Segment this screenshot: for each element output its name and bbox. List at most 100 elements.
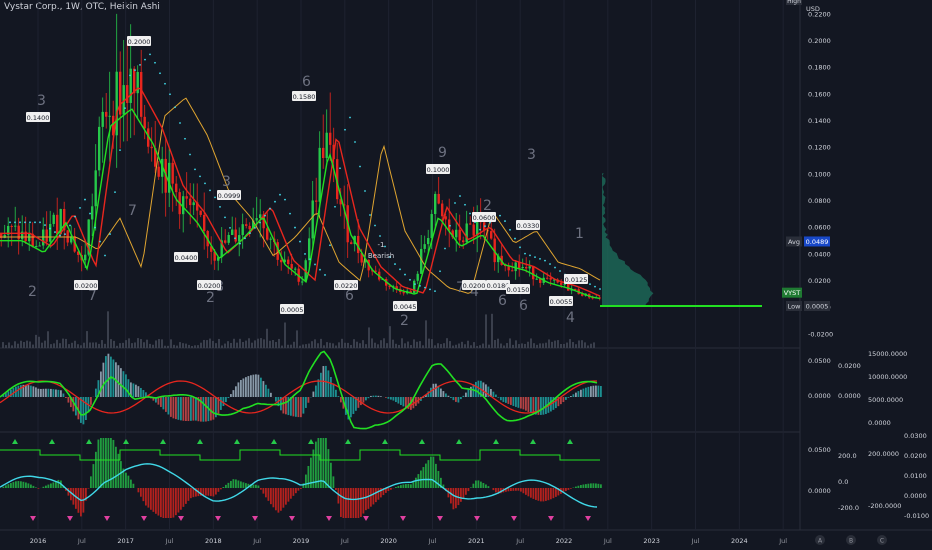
wave-count-label: 7: [128, 203, 137, 219]
candle-body: [185, 196, 188, 199]
indicator-bar: [367, 488, 370, 509]
indicator-bar: [150, 488, 152, 510]
volume-bar: [536, 344, 538, 348]
indicator-bar: [190, 488, 192, 499]
volume-bar: [569, 339, 571, 348]
volume-bar: [104, 343, 106, 348]
price-label-text: 0.0600: [473, 214, 496, 222]
indicator-bar: [47, 484, 50, 488]
oscillator-bar: [505, 397, 507, 403]
oscillator-bar: [540, 397, 542, 415]
indicator-bar: [487, 486, 490, 488]
trail-dot: [379, 235, 381, 237]
candle-body: [98, 126, 101, 171]
volume-bar: [71, 342, 73, 348]
volume-bar: [77, 344, 79, 348]
indicator-bar: [287, 488, 290, 502]
volume-bar: [215, 343, 217, 348]
oscillator-bar: [20, 385, 22, 397]
indicator-bar: [237, 480, 240, 488]
oscillator-bar: [307, 397, 310, 403]
candle-body: [280, 259, 283, 263]
volume-bar: [116, 345, 118, 348]
volume-bar: [83, 342, 85, 348]
oscillator-bar: [337, 396, 340, 397]
trail-dot: [259, 221, 261, 224]
candle-body: [49, 223, 52, 242]
indicator-bar: [140, 488, 142, 497]
oscillator-bar: [100, 371, 102, 397]
price-label-text: 0.0045: [394, 303, 417, 311]
trail-dot: [544, 259, 546, 262]
indicator-bar: [527, 488, 530, 497]
indicator-bar: [220, 488, 222, 490]
oscillator-bar: [592, 385, 595, 397]
indicator-bar: [52, 482, 55, 488]
volume-bar: [311, 341, 313, 348]
trail-dot: [284, 198, 286, 201]
time-tick-label: Jul: [165, 537, 174, 545]
oscillator-bar: [502, 397, 505, 402]
indicator-bar: [485, 484, 487, 488]
volume-bar: [431, 339, 433, 348]
trail-dot: [274, 200, 276, 203]
indicator-bar: [522, 488, 525, 494]
volume-bar: [401, 338, 403, 348]
volume-bar: [578, 340, 580, 348]
candle-body: [224, 240, 227, 243]
avg-value: 0.0489: [806, 238, 829, 246]
volume-bar: [275, 341, 277, 348]
volume-bar: [494, 339, 496, 348]
volume-bar: [167, 345, 169, 348]
indicator-bar: [147, 488, 150, 508]
trail-dot: [34, 221, 36, 224]
sell-marker: [104, 516, 110, 521]
price-chart[interactable]: 32778236629723664410.14000.02000.20000.0…: [0, 0, 932, 550]
indicator-bar: [245, 483, 247, 488]
volume-bar: [581, 340, 583, 348]
indicator-bar: [507, 488, 510, 492]
volume-bar: [452, 345, 454, 348]
indicator-bar: [187, 488, 190, 501]
price-label-text: 0.0200: [75, 282, 98, 290]
volume-bar: [284, 322, 286, 348]
indicator-bar: [165, 488, 167, 518]
volume-bar: [542, 343, 544, 348]
oscillator-bar: [180, 397, 182, 421]
indicator-bar: [277, 488, 280, 513]
indicator-bar: [455, 488, 457, 509]
oscillator-bar: [375, 395, 377, 397]
trail-dot: [74, 215, 76, 218]
oscillator-bar: [570, 396, 572, 397]
price-tick-label: 0.1600: [808, 90, 831, 98]
candle-body: [119, 71, 122, 115]
time-tick-label: 2020: [380, 537, 397, 545]
candle-body: [101, 111, 104, 127]
volume-bar: [500, 343, 502, 348]
candle-body: [560, 282, 563, 285]
candle-body: [42, 229, 45, 246]
indicator-bar: [480, 481, 482, 488]
time-tick-label: 2024: [731, 537, 748, 545]
oscillator-bar: [510, 397, 512, 405]
sell-marker: [474, 516, 480, 521]
volume-bar: [212, 340, 214, 348]
pane2-tick-label: 0.0300: [904, 432, 927, 440]
volume-bar: [209, 338, 211, 348]
candle-body: [416, 273, 419, 281]
oscillator-bar: [247, 376, 250, 397]
volume-bar: [335, 345, 337, 348]
time-tick-label: Jul: [428, 537, 437, 545]
volume-bar: [428, 338, 430, 348]
trail-dot: [589, 283, 591, 286]
sell-marker: [400, 516, 406, 521]
oscillator-bar: [295, 397, 297, 417]
trail-dot: [149, 53, 151, 56]
wave-count-label: 6: [519, 298, 528, 314]
indicator-bar: [377, 488, 380, 500]
wave-count-label: 3: [37, 93, 46, 109]
indicator-bar: [120, 461, 122, 488]
indicator-bar: [15, 481, 17, 488]
indicator-bar: [532, 488, 535, 499]
trail-dot: [184, 137, 186, 140]
